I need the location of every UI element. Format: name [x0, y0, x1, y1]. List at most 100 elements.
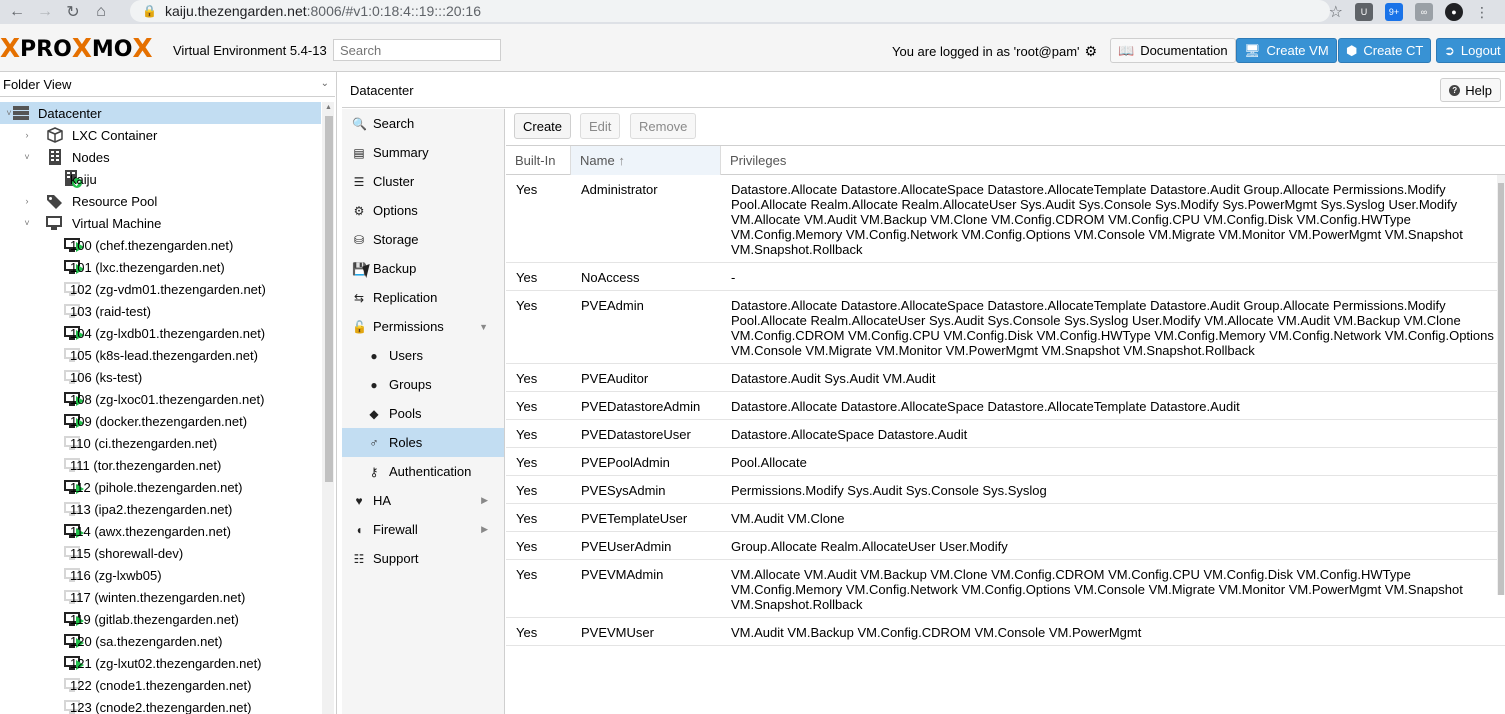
tree-item[interactable]: 119 (gitlab.thezengarden.net)	[0, 608, 321, 630]
tree-item[interactable]: ˅ Virtual Machine	[0, 212, 321, 234]
chevron-right-icon[interactable]: ▶	[481, 495, 488, 506]
table-row[interactable]: Yes PVEUserAdmin Group.Allocate Realm.Allo…	[506, 532, 1505, 560]
scroll-up-icon[interactable]: ▲	[325, 104, 332, 111]
table-row[interactable]: Yes PVEVMAdmin VM.Allocate VM.Audit VM.Bac…	[506, 560, 1505, 618]
tree-item[interactable]: 103 (raid-test)	[0, 300, 321, 322]
menu-item-cluster[interactable]: ☰ Cluster	[342, 167, 504, 196]
tree-item[interactable]: 123 (cnode2.thezengarden.net)	[0, 696, 321, 714]
tree-item-label: Datacenter	[38, 105, 102, 121]
table-row[interactable]: Yes PVEAdmin Datastore.Allocate Datastore.…	[506, 291, 1505, 364]
tree-item[interactable]: 121 (zg-lxut02.thezengarden.net)	[0, 652, 321, 674]
menu-item-options[interactable]: ⚙ Options	[342, 196, 504, 225]
tree-item[interactable]: 109 (docker.thezengarden.net)	[0, 410, 321, 432]
extension-icon[interactable]: ∞	[1415, 3, 1433, 21]
table-row[interactable]: Yes PVEPoolAdmin Pool.Allocate	[506, 448, 1505, 476]
tree-item[interactable]: 120 (sa.thezengarden.net)	[0, 630, 321, 652]
logout-button[interactable]: ➲ Logout	[1436, 38, 1505, 63]
table-row[interactable]: Yes PVESysAdmin Permissions.Modify Sys.Aud…	[506, 476, 1505, 504]
menu-item-users[interactable]: ● Users	[342, 341, 504, 370]
menu-item-pools[interactable]: ◆ Pools	[342, 399, 504, 428]
expand-arrow-icon[interactable]: ›	[22, 130, 32, 140]
bookmark-star-icon[interactable]: ☆	[1329, 2, 1343, 22]
tree-item[interactable]: 101 (lxc.thezengarden.net)	[0, 256, 321, 278]
tree-item[interactable]: › Resource Pool	[0, 190, 321, 212]
tree-item[interactable]: 117 (winten.thezengarden.net)	[0, 586, 321, 608]
grid-scrollbar[interactable]	[1497, 175, 1505, 595]
collapse-arrow-icon[interactable]: ˅	[22, 218, 32, 228]
table-row[interactable]: Yes Administrator Datastore.Allocate Datas…	[506, 175, 1505, 263]
menu-item-groups[interactable]: ● Groups	[342, 370, 504, 399]
view-selector[interactable]: Folder View ⌄	[0, 74, 335, 97]
tree-item[interactable]: 111 (tor.thezengarden.net)	[0, 454, 321, 476]
tree-item[interactable]: 106 (ks-test)	[0, 366, 321, 388]
tree-item[interactable]: kaiju	[0, 168, 321, 190]
menu-item-ha[interactable]: ♥ HA ▶	[342, 486, 504, 515]
address-bar[interactable]: 🔒 kaiju.thezengarden.net :8006/#v1:0:18:…	[130, 0, 1330, 22]
menu-item-search[interactable]: 🔍 Search	[342, 109, 504, 138]
expand-arrow-icon[interactable]: ›	[22, 196, 32, 206]
tree-item[interactable]: 115 (shorewall-dev)	[0, 542, 321, 564]
menu-item-replication[interactable]: ⇆ Replication	[342, 283, 504, 312]
chevron-down-icon[interactable]: ▼	[479, 322, 488, 332]
edit-button[interactable]: Edit	[580, 113, 621, 139]
tree-item[interactable]: 122 (cnode1.thezengarden.net)	[0, 674, 321, 696]
menu-item-summary[interactable]: ▤ Summary	[342, 138, 504, 167]
help-button[interactable]: ? Help	[1440, 78, 1501, 102]
tree-item[interactable]: 100 (chef.thezengarden.net)	[0, 234, 321, 256]
tree-scroll-thumb[interactable]	[325, 116, 333, 482]
tree-item[interactable]: 105 (k8s-lead.thezengarden.net)	[0, 344, 321, 366]
url-host: kaiju.thezengarden.net	[164, 3, 307, 19]
menu-item-firewall[interactable]: ◖ Firewall ▶	[342, 515, 504, 544]
tree-item[interactable]: 116 (zg-lxwb05)	[0, 564, 321, 586]
documentation-button[interactable]: 📖 Documentation	[1110, 38, 1236, 63]
chevron-right-icon[interactable]: ▶	[481, 524, 488, 535]
forward-icon[interactable]: →	[34, 1, 56, 23]
create-ct-button[interactable]: ⬢ Create CT	[1338, 38, 1432, 63]
create-ct-label: Create CT	[1363, 43, 1424, 58]
table-row[interactable]: Yes PVEAuditor Datastore.Audit Sys.Audit V…	[506, 364, 1505, 392]
tree-item[interactable]: › LXC Container	[0, 124, 321, 146]
menu-item-permissions[interactable]: 🔓 Permissions ▼	[342, 312, 504, 341]
search-input[interactable]	[333, 39, 501, 61]
home-icon[interactable]: ⌂	[90, 1, 112, 23]
column-header-builtin[interactable]: Built-In	[506, 146, 571, 175]
gear-icon[interactable]: ⚙	[1085, 43, 1098, 60]
browser-menu-icon[interactable]: ⋮	[1475, 4, 1489, 21]
back-icon[interactable]: ←	[6, 1, 28, 23]
tree-item[interactable]: 114 (awx.thezengarden.net)	[0, 520, 321, 542]
table-row[interactable]: Yes PVEVMUser VM.Audit VM.Backup VM.Config…	[506, 618, 1505, 646]
remove-button[interactable]: Remove	[630, 113, 697, 139]
profile-avatar-icon[interactable]: ●	[1445, 3, 1463, 21]
tree-item[interactable]: ˅ Datacenter	[0, 102, 321, 124]
menu-item-storage[interactable]: ⛁ Storage	[342, 225, 504, 254]
tree-item[interactable]: ˅ Nodes	[0, 146, 321, 168]
collapse-arrow-icon[interactable]: ˅	[22, 152, 32, 162]
database-icon: ⛁	[353, 232, 365, 247]
menu-item-support[interactable]: ☷ Support	[342, 544, 504, 573]
column-header-name[interactable]: Name ↑	[571, 146, 721, 175]
tree-item[interactable]: 108 (zg-lxoc01.thezengarden.net)	[0, 388, 321, 410]
cube-icon: ⬢	[1346, 42, 1358, 58]
ublock-icon[interactable]: U	[1355, 3, 1373, 21]
create-button[interactable]: Create	[514, 113, 572, 139]
create-vm-button[interactable]: 🖥 Create VM	[1236, 38, 1337, 63]
tree-scrollbar[interactable]: ▲	[322, 102, 334, 714]
menu-item-roles[interactable]: ♂ Roles	[342, 428, 504, 457]
table-row[interactable]: Yes PVEDatastoreAdmin Datastore.Allocate D…	[506, 392, 1505, 420]
tree-item[interactable]: 112 (pihole.thezengarden.net)	[0, 476, 321, 498]
user-icon: ●	[370, 348, 378, 363]
table-row[interactable]: Yes NoAccess -	[506, 263, 1505, 291]
reload-icon[interactable]: ↻	[62, 1, 84, 23]
shield-icon: ◖	[355, 522, 363, 537]
table-row[interactable]: Yes PVEDatastoreUser Datastore.AllocateSpa…	[506, 420, 1505, 448]
tree-item[interactable]: 113 (ipa2.thezengarden.net)	[0, 498, 321, 520]
tree-item[interactable]: 102 (zg-vdm01.thezengarden.net)	[0, 278, 321, 300]
extension-badge-icon[interactable]: 9+	[1385, 3, 1403, 21]
tree-item[interactable]: 110 (ci.thezengarden.net)	[0, 432, 321, 454]
column-header-privileges[interactable]: Privileges	[721, 146, 1505, 175]
menu-item-authentication[interactable]: ⚷ Authentication	[342, 457, 504, 486]
grid-scroll-thumb[interactable]	[1498, 183, 1504, 595]
table-row[interactable]: Yes PVETemplateUser VM.Audit VM.Clone	[506, 504, 1505, 532]
tree-item[interactable]: 104 (zg-lxdb01.thezengarden.net)	[0, 322, 321, 344]
menu-item-label: Authentication	[389, 464, 472, 479]
